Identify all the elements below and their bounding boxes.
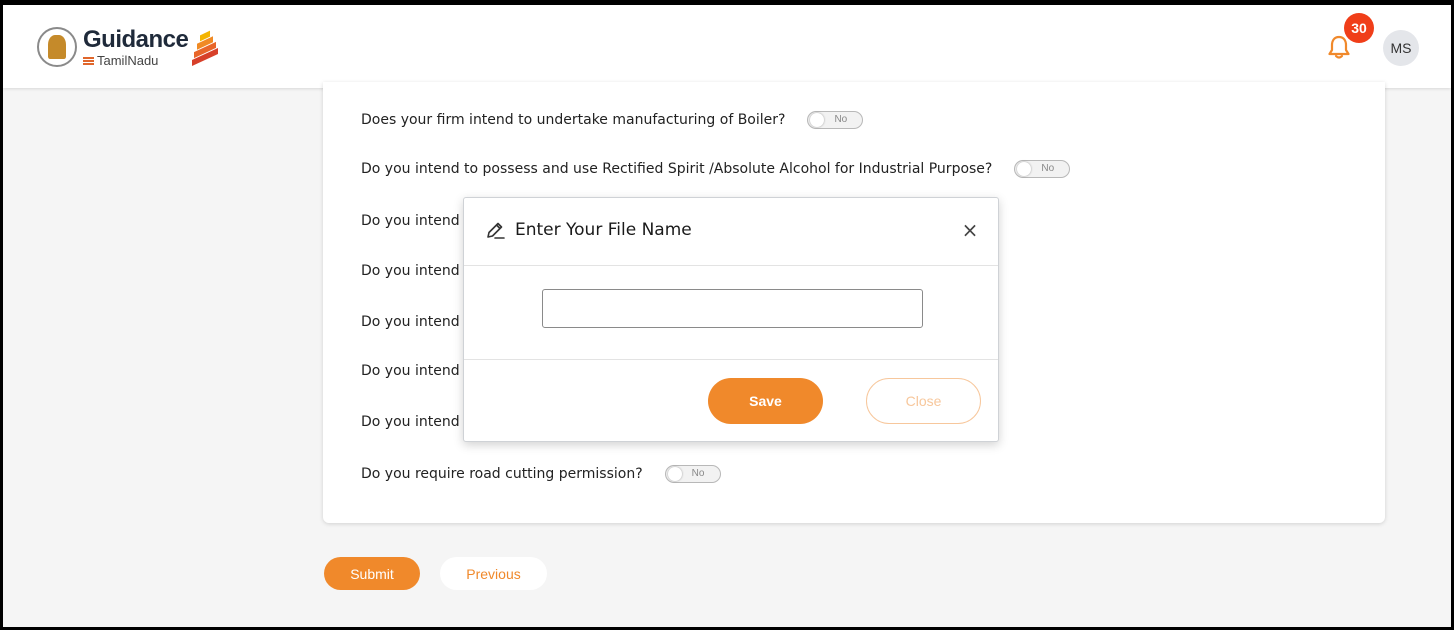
brand-text: Guidance TamilNadu xyxy=(83,25,189,67)
toggle-label: No xyxy=(834,114,848,125)
modal-body xyxy=(464,266,998,360)
save-button[interactable]: Save xyxy=(708,378,823,424)
question-text: Do you intend xyxy=(361,263,460,279)
toggle-label: No xyxy=(691,468,705,479)
question-row: Does your firm intend to undertake manuf… xyxy=(361,111,864,129)
question-row: Do you intend xyxy=(361,263,460,279)
brand-sub: TamilNadu xyxy=(83,54,188,67)
question-row: Do you require road cutting permission? … xyxy=(361,465,721,483)
flame-icon xyxy=(192,29,219,67)
guidance-logo[interactable]: Guidance TamilNadu xyxy=(37,25,219,69)
question-row: Do you intend xyxy=(361,314,460,330)
avatar[interactable]: MS xyxy=(1383,30,1419,66)
pen-icon xyxy=(487,222,505,239)
question-row: Do you intend xyxy=(361,213,460,229)
modal-title-wrap: Enter Your File Name xyxy=(484,219,692,241)
toggle-switch[interactable]: No xyxy=(664,465,721,483)
question-text: Does your firm intend to undertake manuf… xyxy=(361,112,786,128)
app-frame: Guidance TamilNadu 30 MS Does your firm … xyxy=(0,0,1454,630)
submit-button[interactable]: Submit xyxy=(324,557,420,590)
notification-badge[interactable]: 30 xyxy=(1344,13,1374,43)
modal-header: Enter Your File Name × xyxy=(464,198,998,266)
toggle-switch[interactable]: No xyxy=(807,111,864,129)
question-text: Do you intend xyxy=(361,363,460,379)
question-text: Do you intend to possess and use Rectifi… xyxy=(361,161,993,177)
file-name-input[interactable] xyxy=(542,289,923,328)
file-name-modal: Enter Your File Name × Save Close xyxy=(463,197,999,442)
question-row: Do you intend xyxy=(361,414,460,430)
previous-button[interactable]: Previous xyxy=(440,557,547,590)
close-button[interactable]: Close xyxy=(866,378,981,424)
question-row: Do you intend to possess and use Rectifi… xyxy=(361,160,1071,178)
bell-icon[interactable] xyxy=(1328,35,1350,59)
emblem-icon xyxy=(37,27,77,67)
question-text: Do you intend xyxy=(361,414,460,430)
question-text: Do you intend xyxy=(361,314,460,330)
toggle-switch[interactable]: No xyxy=(1014,160,1071,178)
toggle-label: No xyxy=(1041,163,1055,174)
question-row: Do you intend xyxy=(361,363,460,379)
question-text: Do you intend xyxy=(361,213,460,229)
brand-main: Guidance xyxy=(83,25,189,53)
question-text: Do you require road cutting permission? xyxy=(361,466,643,482)
modal-title: Enter Your File Name xyxy=(515,220,692,240)
close-icon[interactable]: × xyxy=(960,220,980,240)
top-header: Guidance TamilNadu 30 MS xyxy=(3,5,1451,88)
